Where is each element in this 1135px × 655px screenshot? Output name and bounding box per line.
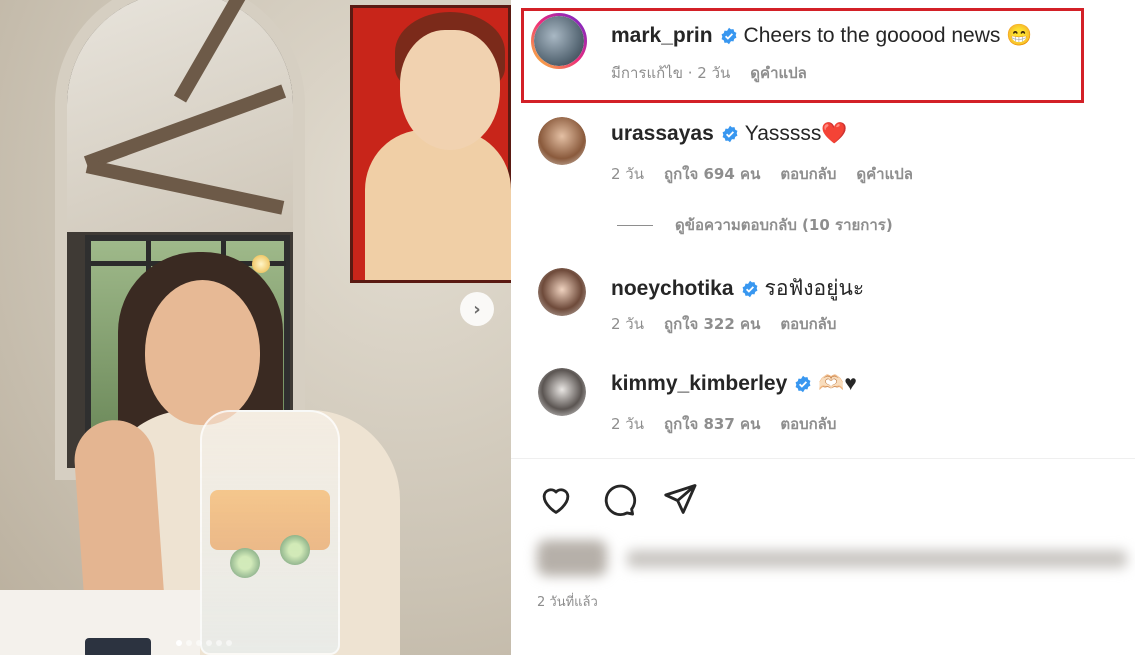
comment-item: kimmy_kimberley 🫶🏻♥ 2 วัน ถูกใจ 837 คน ต… <box>511 360 1135 450</box>
carousel-dot <box>216 640 222 646</box>
view-replies-label: ดูข้อความตอบกลับ (10 รายการ) <box>675 216 893 234</box>
comment-item: noeychotika รอฟังอยู่นะ 2 วัน ถูกใจ 322 … <box>511 260 1135 350</box>
view-replies-button[interactable]: ดูข้อความตอบกลับ (10 รายการ) <box>617 213 893 237</box>
reply-button[interactable]: ตอบกลับ <box>780 312 836 336</box>
post-photo[interactable]: › <box>0 0 511 655</box>
comment-likes[interactable]: ถูกใจ 694 คน <box>664 162 760 186</box>
comment-text: 🫶🏻♥ <box>818 372 857 395</box>
verified-badge-icon <box>741 280 759 298</box>
comment-username[interactable]: noeychotika <box>611 277 734 301</box>
avatar[interactable] <box>538 117 586 165</box>
comment-item: mark_prin Cheers to the gooood news 😁 มี… <box>511 0 1135 90</box>
verified-badge-icon <box>794 375 812 393</box>
comment-time: 2 วัน <box>611 415 644 433</box>
carousel-dot <box>186 640 192 646</box>
comment-text: Yasssss❤️ <box>744 122 848 145</box>
section-divider <box>511 458 1135 459</box>
avatar[interactable] <box>538 268 586 316</box>
comments-panel: mark_prin Cheers to the gooood news 😁 มี… <box>511 0 1135 655</box>
carousel-dots <box>176 640 232 646</box>
carousel-dot <box>176 640 182 646</box>
comment-username[interactable]: kimmy_kimberley <box>611 372 787 396</box>
comment-time: 2 วัน <box>611 315 644 333</box>
carousel-dot <box>206 640 212 646</box>
reply-button[interactable]: ตอบกลับ <box>780 412 836 436</box>
comment-time: 2 วัน <box>611 165 644 183</box>
comment-likes[interactable]: ถูกใจ 837 คน <box>664 412 760 436</box>
comment-text: รอฟังอยู่นะ <box>764 277 865 300</box>
comment-likes[interactable]: ถูกใจ 322 คน <box>664 312 760 336</box>
replies-rule <box>617 224 653 226</box>
comment-username[interactable]: mark_prin <box>611 24 713 48</box>
chevron-right-icon: › <box>473 298 481 320</box>
verified-badge-icon <box>720 27 738 45</box>
carousel-dot <box>226 640 232 646</box>
post-actions <box>537 480 699 518</box>
avatar[interactable] <box>538 368 586 416</box>
painting-figure-body <box>365 130 511 280</box>
photo-phone <box>85 638 151 655</box>
painting-figure-face <box>400 30 500 150</box>
carousel-dot <box>196 640 202 646</box>
comment-icon[interactable] <box>599 480 637 518</box>
verified-badge-icon <box>721 125 739 143</box>
blurred-likes-row <box>537 540 1127 580</box>
carousel-next-button[interactable]: › <box>460 292 494 326</box>
reply-button[interactable]: ตอบกลับ <box>780 162 836 186</box>
comment-username[interactable]: urassayas <box>611 122 714 146</box>
comment-text: Cheers to the gooood news 😁 <box>743 24 1033 47</box>
share-icon[interactable] <box>661 480 699 518</box>
see-translation-link[interactable]: ดูคำแปล <box>856 162 913 186</box>
avatar[interactable] <box>531 13 587 69</box>
heart-icon[interactable] <box>537 480 575 518</box>
comment-edited-time: มีการแก้ไข · 2 วัน <box>611 64 731 82</box>
woman-face <box>145 280 260 425</box>
comment-item: urassayas Yasssss❤️ 2 วัน ถูกใจ 694 คน ต… <box>511 105 1135 195</box>
see-translation-link[interactable]: ดูคำแปล <box>750 61 807 85</box>
post-timestamp: 2 วันที่แล้ว <box>537 595 598 610</box>
drink-glass <box>200 410 340 655</box>
